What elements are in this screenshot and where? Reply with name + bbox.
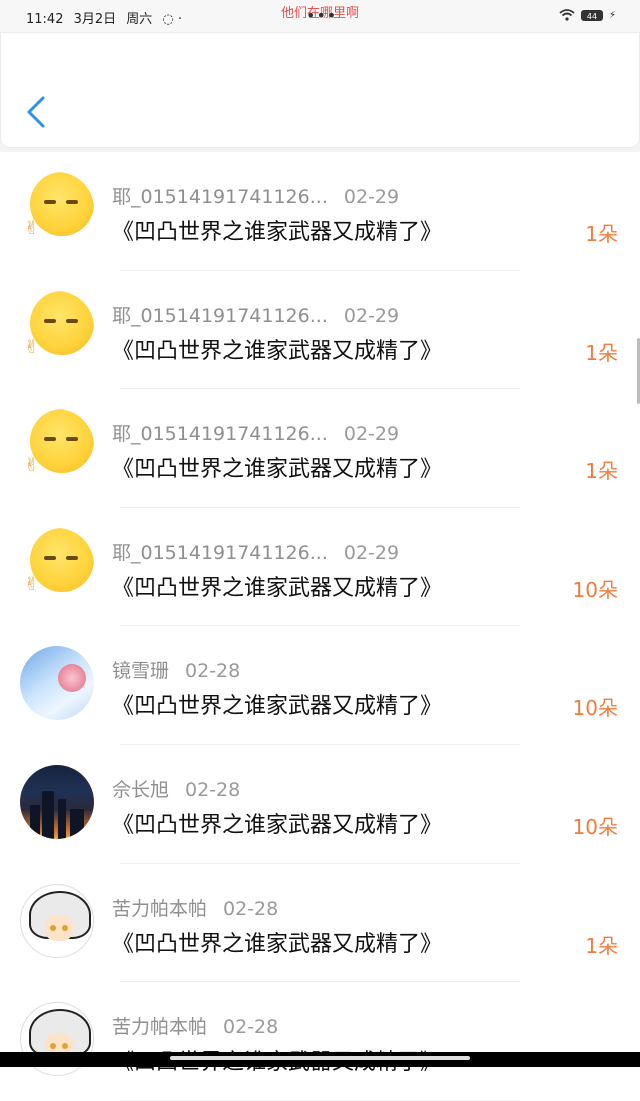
user-name-line: 耶_01514191741126... 02-29 [112, 182, 399, 209]
flower-count: 1朵 [585, 933, 618, 958]
user-name[interactable]: 耶_01514191741126... [112, 186, 328, 208]
more-dots-icon: ••• [306, 6, 338, 25]
gift-record-list: ✌ 耶_01514191741126... 02-29 《凹凸世界之谁家武器又成精了》… [0, 152, 640, 1101]
list-item[interactable]: ✌ 耶_01514191741126... 02-29 《凹凸世界之谁家武器又成精了》… [0, 507, 640, 627]
user-name[interactable]: 耶_01514191741126... [112, 542, 328, 564]
header-bar [0, 32, 640, 148]
city-avatar[interactable] [20, 764, 94, 839]
user-name-line: 苦力帕本帕 02-28 [112, 894, 278, 921]
emoji-avatar[interactable]: ✌ [20, 172, 94, 246]
book-title: 《凹凸世界之谁家武器又成精了》 [112, 931, 443, 957]
user-name[interactable]: 耶_01514191741126... [112, 423, 328, 445]
emoji-avatar[interactable]: ✌ [20, 290, 94, 365]
user-name[interactable]: 佘长旭 [112, 779, 169, 801]
gift-date: 02-28 [185, 778, 241, 801]
gift-date: 02-29 [343, 423, 400, 446]
user-name[interactable]: 镜雪珊 [112, 660, 169, 682]
list-item[interactable]: 佘长旭 02-28 《凹凸世界之谁家武器又成精了》 10朵 [0, 744, 640, 864]
list-item[interactable]: ✌ 耶_01514191741126... 02-29 《凹凸世界之谁家武器又成精了》… [0, 152, 640, 271]
list-item[interactable]: 苦力帕本帕 02-28 《凹凸世界之谁家武器又成精了》 1朵 [0, 863, 640, 983]
user-name-line: 镜雪珊 02-28 [112, 656, 240, 683]
gift-date: 02-28 [185, 660, 241, 683]
home-indicator[interactable] [170, 1056, 470, 1060]
flower-count: 1朵 [585, 459, 618, 484]
gift-date: 02-28 [223, 897, 279, 920]
user-name-line: 苦力帕本帕 02-28 [112, 1012, 278, 1039]
book-title: 《凹凸世界之谁家武器又成精了》 [112, 457, 443, 483]
flower-count: 1朵 [585, 340, 618, 365]
status-bar: 11:42 3月2日 周六 ◌ · 他们在哪里啊 ••• 44 ⚡ [0, 0, 640, 32]
user-name-line: 佘长旭 02-28 [112, 775, 240, 802]
back-chevron-icon[interactable] [23, 95, 49, 129]
charging-icon: ⚡ [608, 9, 616, 21]
book-title: 《凹凸世界之谁家武器又成精了》 [112, 694, 443, 720]
book-title: 《凹凸世界之谁家武器又成精了》 [112, 220, 443, 245]
flower-count: 1朵 [585, 222, 618, 246]
book-title: 《凹凸世界之谁家武器又成精了》 [112, 338, 443, 364]
user-name-line: 耶_01514191741126... 02-29 [112, 419, 399, 446]
sky-avatar[interactable] [20, 646, 94, 721]
user-name-line: 耶_01514191741126... 02-29 [112, 301, 399, 328]
emoji-avatar[interactable]: ✌ [20, 409, 94, 483]
book-title: 《凹凸世界之谁家武器又成精了》 [112, 812, 443, 838]
flower-count: 10朵 [572, 577, 618, 602]
wifi-icon [559, 9, 575, 21]
gift-date: 02-29 [343, 186, 400, 208]
battery-icon: 44 [580, 9, 603, 21]
user-name[interactable]: 耶_01514191741126... [112, 305, 328, 327]
user-name[interactable]: 苦力帕本帕 [112, 898, 207, 920]
anime-avatar[interactable] [20, 883, 94, 958]
flower-count: 10朵 [572, 696, 618, 721]
flower-count: 10朵 [572, 814, 618, 839]
list-item[interactable]: ✌ 耶_01514191741126... 02-29 《凹凸世界之谁家武器又成精了》… [0, 270, 640, 390]
gift-date: 02-29 [343, 541, 400, 564]
emoji-avatar[interactable]: ✌ [20, 527, 94, 602]
list-item[interactable]: ✌ 耶_01514191741126... 02-29 《凹凸世界之谁家武器又成精了》… [0, 389, 640, 508]
user-name-line: 耶_01514191741126... 02-29 [112, 538, 399, 565]
user-name[interactable]: 苦力帕本帕 [112, 1016, 207, 1038]
gift-date: 02-28 [223, 1016, 279, 1039]
book-title: 《凹凸世界之谁家武器又成精了》 [112, 575, 443, 601]
list-item[interactable]: 苦力帕本帕02-28《凹凸世界之谁家武器又成精了》 [0, 982, 640, 1101]
status-right: 44 ⚡ [559, 9, 616, 21]
list-item[interactable]: 镜雪珊 02-28 《凹凸世界之谁家武器又成精了》 10朵 [0, 626, 640, 745]
gift-date: 02-29 [343, 304, 400, 327]
